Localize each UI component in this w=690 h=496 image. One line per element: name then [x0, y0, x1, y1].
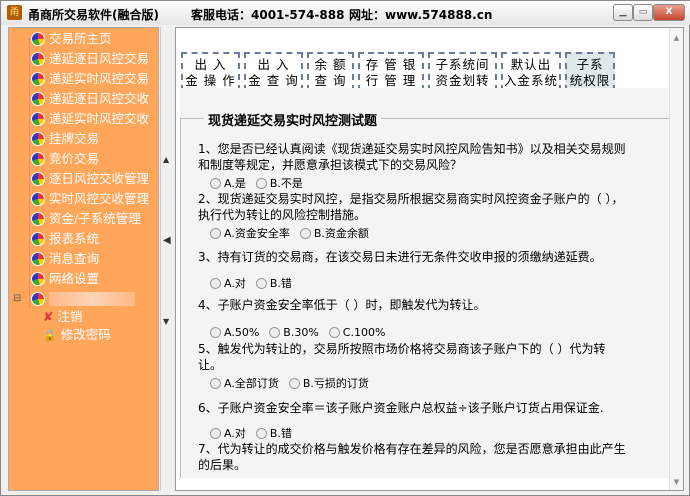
module-icon — [31, 212, 45, 226]
module-icon — [31, 192, 45, 206]
radio-button[interactable] — [255, 278, 267, 289]
sidebar-item-change-password[interactable]: 🔒 修改密码 — [43, 326, 111, 344]
hotline: 客服电话：4001-574-888 — [191, 8, 345, 22]
sidebar-item[interactable]: 挂牌交易 — [31, 130, 99, 148]
radio-button[interactable] — [255, 178, 267, 189]
radio-button[interactable] — [210, 278, 221, 289]
option-label[interactable]: A.对 — [224, 427, 246, 440]
scroll-up-icon[interactable]: ▲ — [163, 155, 169, 164]
sidebar-item[interactable]: 递延逐日风控交易 — [31, 50, 149, 68]
option-label[interactable]: A.全部订货 — [224, 377, 279, 390]
option-label[interactable]: A.50% — [224, 326, 259, 339]
option-label[interactable]: B.亏损的订货 — [303, 377, 369, 390]
question-options: A.50% B.30% C.100% — [204, 326, 389, 340]
app-logo-icon: 甬 — [7, 5, 22, 20]
minimize-button[interactable]: ▁ — [613, 4, 633, 21]
radio-button[interactable] — [299, 228, 311, 239]
question-text: 7、代为转让的成交价格与触发价格有存在差异的风险，您是否愿意承担由此产生的后果。 — [198, 442, 626, 472]
logout-icon: ✘ — [43, 309, 54, 324]
module-icon — [31, 52, 45, 66]
toolbar-button[interactable]: 子系 统权限 — [565, 52, 615, 91]
radio-button[interactable] — [210, 228, 221, 239]
sidebar-item-logout[interactable]: ✘ 注销 — [43, 308, 83, 326]
option-label[interactable]: A.资金安全率 — [224, 227, 290, 240]
question-options: A.对 B.错 — [204, 277, 296, 291]
radio-button[interactable] — [210, 327, 221, 338]
question-text: 2、现货递延交易实时风控，是指交易所根据交易商实时风控资金子账户的（ ），执行代… — [198, 192, 624, 222]
module-icon — [31, 32, 45, 46]
question-text: 5、触发代为转让的，交易所按照市场价格将交易商该子账户下的（ ）代为转让。 — [198, 342, 606, 372]
option-label[interactable]: B.资金余额 — [314, 227, 369, 240]
sidebar-item[interactable]: 报表系统 — [31, 230, 99, 248]
main-panel: 出 入金 操 作出 入金 查 询余 额查 询存 管 银行 管 理子系统间 资金划转… — [175, 27, 684, 491]
sidebar-item[interactable]: 递延实时风控交易 — [31, 70, 149, 88]
collapse-left-icon[interactable]: ◀ — [163, 235, 171, 246]
module-icon — [31, 252, 45, 266]
app-title: 甬商所交易软件(融合版) — [28, 8, 159, 22]
sidebar-item[interactable]: 逐日风控交收管理 — [31, 170, 149, 188]
module-icon — [31, 232, 45, 246]
toolbar-button[interactable]: 余 额查 询 — [307, 52, 354, 91]
question-text: 3、持有订货的交易商，在该交易日未进行无条件交收申报的须缴纳递延费。 — [198, 250, 602, 264]
sidebar-item[interactable]: 竞价交易 — [31, 150, 99, 168]
toolbar-button[interactable]: 子系统间 资金划转 — [428, 52, 497, 91]
website: 网址：www.574888.cn — [349, 8, 493, 22]
scroll-down-icon[interactable]: ▼ — [163, 317, 169, 326]
sidebar-tree: 交易所主页递延逐日风控交易 递延实时风控交易 递延逐日风控交收 递延实时风控交收 挂牌交… — [8, 27, 159, 491]
sidebar-item[interactable]: 网络设置 — [31, 270, 99, 288]
radio-button[interactable] — [210, 178, 221, 189]
question-options: A.资金安全率 B.资金余额 — [204, 227, 373, 241]
option-label[interactable]: B.错 — [270, 427, 292, 440]
blurred-username — [49, 292, 135, 306]
module-icon — [31, 92, 45, 106]
module-icon — [31, 132, 45, 146]
question-options: A.全部订货 B.亏损的订货 — [204, 377, 373, 391]
option-label[interactable]: B.30% — [283, 326, 319, 339]
radio-button[interactable] — [255, 428, 267, 439]
sidebar-item[interactable]: 递延逐日风控交收 — [31, 90, 149, 108]
option-label[interactable]: B.不是 — [270, 177, 303, 190]
toolbar-button[interactable]: 存 管 银行 管 理 — [358, 52, 424, 91]
question-text: 1、您是否已经认真阅读《现货递延交易实时风控风险告知书》以及相关交易规则和制度等… — [198, 142, 626, 172]
quiz-title: 现货递延交易实时风控测试题 — [204, 110, 382, 129]
option-label[interactable]: A.对 — [224, 277, 246, 290]
option-label[interactable]: B.错 — [270, 277, 292, 290]
option-label[interactable]: C.100% — [343, 326, 386, 339]
vertical-scrollbar[interactable]: ▲ ▼ — [669, 28, 683, 490]
radio-button[interactable] — [328, 327, 340, 338]
option-label[interactable]: A.是 — [224, 177, 246, 190]
maximize-button[interactable]: ▭ — [633, 4, 653, 21]
sidebar-item[interactable]: 递延实时风控交收 — [31, 110, 149, 128]
module-icon — [31, 272, 45, 286]
sidebar-item[interactable]: 实时风控交收管理 — [31, 190, 149, 208]
title-bar: 甬 甬商所交易软件(融合版) 客服电话：4001-574-888 网址：www.… — [1, 1, 690, 25]
module-icon — [31, 112, 45, 126]
toolbar-button[interactable]: 出 入金 操 作 — [181, 52, 240, 91]
module-icon — [31, 152, 45, 166]
quiz-fieldset: 现货递延交易实时风控测试题 1、您是否已经认真阅读《现货递延交易实时风控风险告知… — [180, 88, 670, 478]
sidebar-item-user[interactable] — [31, 290, 135, 308]
module-icon — [31, 172, 45, 186]
sidebar-item[interactable]: 资金/子系统管理 — [31, 210, 141, 228]
module-icon — [31, 72, 45, 86]
close-button[interactable]: X — [653, 4, 685, 21]
toolbar-button[interactable]: 出 入金 查 询 — [244, 52, 303, 91]
toolbar-button[interactable]: 默认出 入金系统 — [501, 52, 561, 91]
question-options: A.对 B.错 — [204, 427, 296, 441]
radio-button[interactable] — [288, 378, 300, 389]
tree-line — [29, 38, 30, 308]
collapse-toggle[interactable]: ⊟ — [13, 290, 21, 308]
splitter[interactable]: ▲ ◀ ▼ — [160, 27, 172, 491]
sidebar-item[interactable]: 交易所主页 — [31, 30, 112, 48]
radio-button[interactable] — [210, 428, 221, 439]
radio-button[interactable] — [210, 378, 221, 389]
sidebar-item[interactable]: 消息查询 — [31, 250, 99, 268]
question-text: 6、子账户资金安全率＝该子账户资金账户总权益÷该子账户订货占用保证金. — [198, 401, 604, 415]
password-lock-icon: 🔒 — [43, 329, 57, 342]
question-options: A.是 B.不是 — [204, 177, 307, 191]
user-icon — [31, 292, 45, 306]
question-text: 4、子账户资金安全率低于（ ）时，即触发代为转让。 — [198, 298, 486, 312]
radio-button[interactable] — [269, 327, 281, 338]
